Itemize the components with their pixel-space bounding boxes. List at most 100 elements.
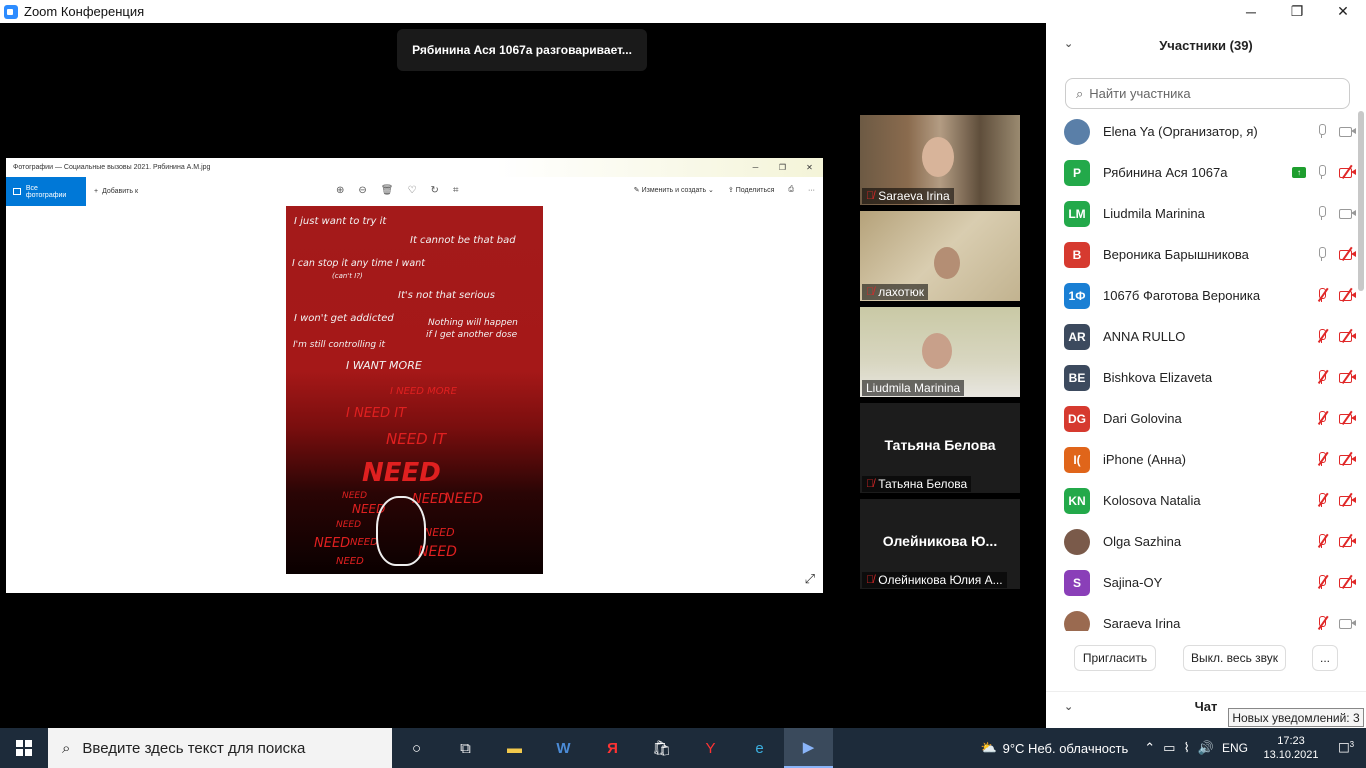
battery-icon[interactable]: ▭ <box>1163 740 1175 756</box>
edge-icon[interactable]: e <box>735 728 784 768</box>
poster-line: I WANT MORE <box>346 359 422 372</box>
participant-status-icons <box>1314 287 1356 303</box>
windows-taskbar: ⌕ Введите здесь текст для поиска ○ ⧉ ▬ W… <box>0 728 1366 768</box>
participant-row[interactable]: Р Рябинина Ася 1067а ↑ <box>1046 152 1356 193</box>
muted-mic-icon[interactable] <box>1314 328 1330 344</box>
word-icon[interactable]: W <box>539 728 588 768</box>
volume-icon[interactable]: 🔊 <box>1198 740 1214 756</box>
mic-icon[interactable] <box>1314 205 1330 221</box>
zoom-taskbar-icon[interactable]: ▶ <box>784 728 833 768</box>
yandex-icon[interactable]: Я <box>588 728 637 768</box>
muted-mic-icon[interactable] <box>1314 574 1330 590</box>
participant-status-icons <box>1314 205 1356 221</box>
clock[interactable]: 17:23 13.10.2021 <box>1256 734 1326 762</box>
mute-all-button[interactable]: Выкл. весь звук <box>1183 645 1286 671</box>
video-off-icon[interactable] <box>1338 492 1356 508</box>
notifications-icon[interactable]: ☐3 <box>1326 740 1366 756</box>
maximize-button[interactable]: ❐ <box>1274 0 1320 23</box>
taskbar-search-input[interactable]: ⌕ Введите здесь текст для поиска <box>48 728 392 768</box>
mic-icon[interactable] <box>1314 246 1330 262</box>
participant-row[interactable]: Saraeva Irina <box>1046 603 1356 631</box>
participant-name: Sajina-OY <box>1103 575 1163 590</box>
video-icon[interactable] <box>1338 615 1356 631</box>
file-explorer-icon[interactable]: ▬ <box>490 728 539 768</box>
video-off-icon[interactable] <box>1338 328 1356 344</box>
shared-screen: Фотографии — Социальные вызовы 2021. Ряб… <box>6 158 823 593</box>
chat-collapse-chevron-icon[interactable]: ⌄ <box>1064 700 1073 713</box>
close-button[interactable]: ✕ <box>1320 0 1366 23</box>
video-name-tag: Liudmila Marinina <box>862 380 965 396</box>
participant-row[interactable]: 1Ф 1067б Фаготова Вероника <box>1046 275 1356 316</box>
search-icon: ⌕ <box>1076 85 1084 101</box>
muted-mic-icon[interactable] <box>1314 492 1330 508</box>
poster-red-line: NEED <box>336 520 362 530</box>
tray-chevron-icon[interactable]: ⌃ <box>1144 740 1155 756</box>
video-off-icon[interactable] <box>1338 533 1356 549</box>
video-off-icon[interactable] <box>1338 164 1356 180</box>
favorite-icon: ♡ <box>407 185 417 196</box>
video-tile[interactable]: Олейникова Ю... 🎙̸ Олейникова Юлия А... <box>860 499 1020 589</box>
edit-create-button: ✎ Изменить и создать ⌄ <box>633 187 714 194</box>
participant-list-scrollbar[interactable] <box>1358 111 1364 291</box>
video-name: Олейникова Юлия А... <box>878 573 1003 587</box>
participant-row[interactable]: AR ANNA RULLO <box>1046 316 1356 357</box>
video-icon[interactable] <box>1338 205 1356 221</box>
video-tile[interactable]: 🎙̸ лахотюк <box>860 211 1020 301</box>
participant-row[interactable]: DG Dari Golovina <box>1046 398 1356 439</box>
participant-row[interactable]: В Вероника Барышникова <box>1046 234 1356 275</box>
participant-row[interactable]: S Sajina-OY <box>1046 562 1356 603</box>
muted-mic-icon[interactable] <box>1314 369 1330 385</box>
participant-row[interactable]: I(iPhone (Анна) <box>1046 439 1356 480</box>
muted-mic-icon[interactable] <box>1314 615 1330 631</box>
collapse-chevron-icon[interactable]: ⌄ <box>1064 37 1073 50</box>
taskbar-search-placeholder: Введите здесь текст для поиска <box>82 739 306 757</box>
avatar <box>1064 118 1090 145</box>
photos-close-button: ✕ <box>806 163 813 172</box>
participants-more-button[interactable]: ... <box>1312 645 1338 671</box>
video-off-icon[interactable] <box>1338 451 1356 467</box>
search-icon: ⌕ <box>62 739 71 757</box>
participant-row[interactable]: LM Liudmila Marinina <box>1046 193 1356 234</box>
mic-icon[interactable] <box>1314 164 1330 180</box>
muted-mic-icon[interactable] <box>1314 410 1330 426</box>
share-button: ⇪ Поделиться <box>728 186 774 194</box>
poster-red-line: NEED <box>424 526 455 539</box>
minimize-button[interactable]: ─ <box>1228 0 1274 23</box>
start-button[interactable] <box>0 728 48 768</box>
participant-search-input[interactable]: ⌕ Найти участника <box>1065 78 1350 109</box>
video-off-icon[interactable] <box>1338 574 1356 590</box>
mic-icon[interactable] <box>1314 123 1330 139</box>
video-tile[interactable]: 🎙̸ Saraeva Irina <box>860 115 1020 205</box>
participant-row[interactable]: BE Bishkova Elizaveta <box>1046 357 1356 398</box>
zoom-app-icon <box>4 4 18 19</box>
zoom-in-icon: ⊕ <box>336 185 345 196</box>
muted-mic-icon[interactable] <box>1314 533 1330 549</box>
video-off-icon[interactable] <box>1338 246 1356 262</box>
yandex-browser-icon[interactable]: Y <box>686 728 735 768</box>
participants-panel: ⌄ Участники (39) ⌕ Найти участника Elena… <box>1046 23 1366 728</box>
video-off-icon[interactable] <box>1338 287 1356 303</box>
participant-row[interactable]: Elena Ya (Организатор, я) <box>1046 111 1356 152</box>
video-tile[interactable]: Liudmila Marinina <box>860 307 1020 397</box>
weather-text[interactable]: 9°C Неб. облачность <box>1003 741 1129 756</box>
invite-button[interactable]: Пригласить <box>1074 645 1156 671</box>
photos-toolbar-right: ✎ Изменить и создать ⌄ ⇪ Поделиться ⎙ ··… <box>634 186 815 194</box>
poster-line: It's not that serious <box>398 290 495 301</box>
video-tile[interactable]: Татьяна Белова 🎙̸ Татьяна Белова <box>860 403 1020 493</box>
cortana-icon[interactable]: ○ <box>392 728 441 768</box>
video-name: Татьяна Белова <box>878 477 968 491</box>
language-indicator[interactable]: ENG <box>1222 741 1248 755</box>
muted-mic-icon[interactable] <box>1314 287 1330 303</box>
participant-row[interactable]: Olga Sazhina <box>1046 521 1356 562</box>
photos-titlebar: Фотографии — Социальные вызовы 2021. Ряб… <box>6 158 823 177</box>
avatar: В <box>1064 241 1090 268</box>
video-off-icon[interactable] <box>1338 410 1356 426</box>
store-icon[interactable]: 🛍 <box>637 728 686 768</box>
muted-mic-icon[interactable] <box>1314 451 1330 467</box>
task-view-icon[interactable]: ⧉ <box>441 728 490 768</box>
participant-list: Elena Ya (Организатор, я) Р Рябинина Ася 1… <box>1046 111 1356 631</box>
video-off-icon[interactable] <box>1338 369 1356 385</box>
network-icon[interactable]: ⌇ <box>1183 740 1189 756</box>
video-icon[interactable] <box>1338 123 1356 139</box>
participant-row[interactable]: KN Kolosova Natalia <box>1046 480 1356 521</box>
